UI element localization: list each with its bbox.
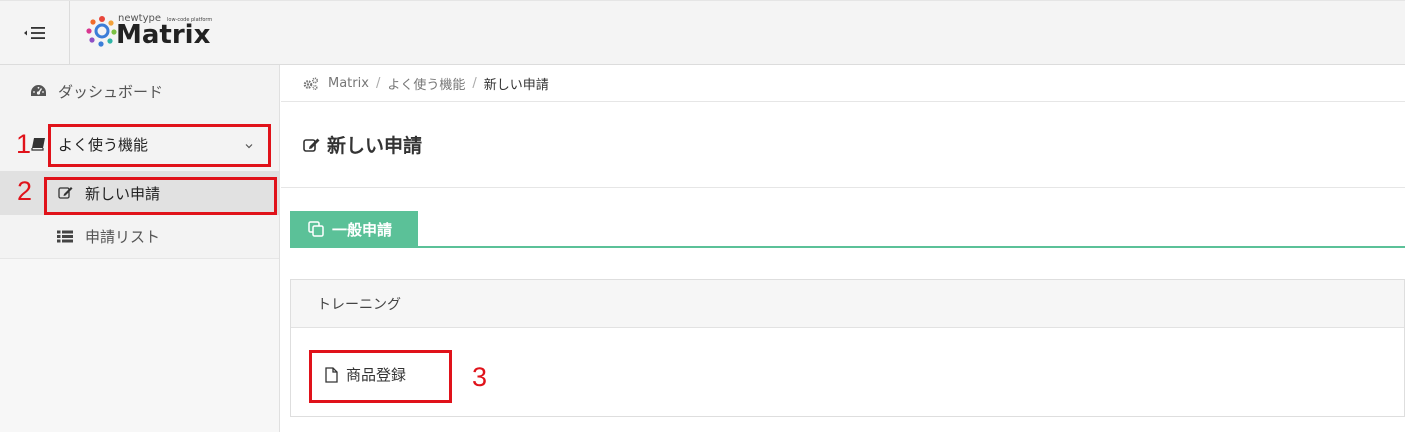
dashboard-icon [28,84,48,98]
sidebar-empty-area [0,259,279,432]
tab-general-application[interactable]: 一般申請 [290,211,418,247]
sidebar-item-dashboard[interactable]: ダッシュボード [0,69,279,113]
top-bar: newtype low-code platform Matrix [0,0,1405,65]
breadcrumb: Matrix / よく使う機能 / 新しい申請 [281,65,1405,102]
breadcrumb-link-root[interactable]: Matrix [328,76,369,91]
cogs-icon [303,76,319,90]
breadcrumb-separator: / [375,75,381,91]
breadcrumb-separator: / [472,75,477,91]
copy-icon [308,221,324,237]
form-link-label: 商品登録 [346,366,407,384]
edit-icon [303,137,321,153]
breadcrumb-current: 新しい申請 [483,77,549,93]
sidebar: ダッシュボード よく使う機能 新しい申請 申請リスト [0,65,280,432]
sidebar-toggle-button[interactable] [0,1,70,65]
annotation-number-2: 2 [17,176,33,206]
sidebar-group-favorites[interactable]: よく使う機能 [0,122,279,166]
page-title: 新しい申請 [327,135,423,157]
category-panel: トレーニング 商品登録 [290,279,1405,417]
app-logo[interactable]: newtype low-code platform Matrix [86,13,226,53]
sidebar-item-label: ダッシュボード [58,82,164,101]
sidebar-item-label: 新しい申請 [85,184,161,203]
logo-mark-icon [86,15,118,51]
sidebar-group-label: よく使う機能 [58,135,149,154]
sidebar-item-new-application[interactable]: 新しい申請 [0,171,279,215]
edit-icon [55,186,75,200]
tab-underline [290,246,1405,248]
sidebar-item-application-list[interactable]: 申請リスト [0,215,279,259]
menu-collapse-icon [23,26,46,40]
page-header: 新しい申請 [281,102,1405,188]
form-link-product-registration[interactable]: 商品登録 [325,364,406,385]
logo-brand-text: Matrix [116,20,211,50]
panel-title: トレーニング [317,296,401,313]
list-icon [55,230,75,243]
annotation-number-1: 1 [16,129,32,159]
panel-header: トレーニング [291,280,1404,328]
breadcrumb-link-favorites[interactable]: よく使う機能 [387,74,465,93]
sidebar-item-label: 申請リスト [85,228,161,246]
tab-label: 一般申請 [332,220,393,239]
file-icon [325,366,338,383]
annotation-number-3: 3 [472,362,488,392]
chevron-down-icon [244,137,254,155]
